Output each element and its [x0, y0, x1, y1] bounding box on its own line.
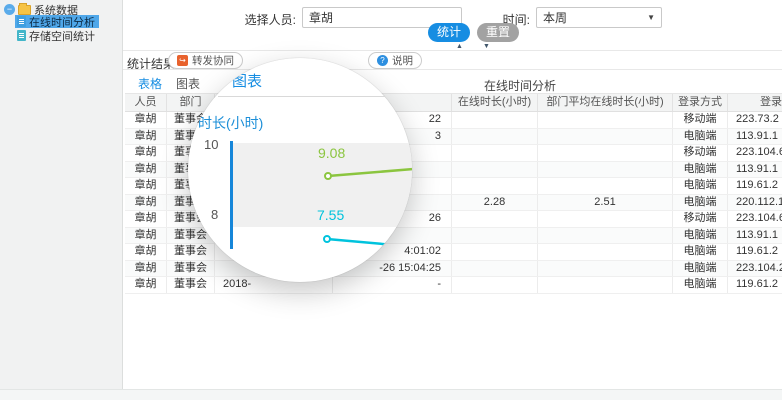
cell-online-hours — [452, 228, 538, 244]
cell-login-method: 电脑端 — [673, 244, 728, 260]
cell-dept-average-hours — [538, 145, 673, 161]
cell-person: 章胡 — [125, 112, 167, 128]
cell-login-method: 移动端 — [673, 112, 728, 128]
document-icon — [17, 16, 26, 27]
column-header[interactable]: 部门平均在线时长(小时) — [538, 94, 673, 111]
cell-login-method: 电脑端 — [673, 277, 728, 293]
cell-login-ip: 220.112.1 — [728, 195, 782, 211]
person-input-value: 章胡 — [309, 9, 333, 26]
column-header[interactable]: 在线时长(小时) — [452, 94, 538, 111]
cell-login-ip: 113.91.1 — [728, 129, 782, 145]
cell-login-ip: 223.104.2 — [728, 261, 782, 277]
time-select[interactable]: 本周 ▼ — [536, 7, 662, 28]
cell-person: 章胡 — [125, 211, 167, 227]
cell-person: 章胡 — [125, 261, 167, 277]
cell-online-hours — [452, 261, 538, 277]
column-header[interactable]: 登录方式 — [673, 94, 728, 111]
cell-login-ip: 223.104.6 — [728, 145, 782, 161]
cell-person: 章胡 — [125, 145, 167, 161]
sidebar-item-label: 存储空间统计 — [29, 28, 95, 44]
cell-dept-average-hours — [538, 178, 673, 194]
cell-login-method: 电脑端 — [673, 261, 728, 277]
column-header[interactable]: 人员 — [125, 94, 167, 111]
cell-login-method: 电脑端 — [673, 178, 728, 194]
cell-login-ip: 113.91.1 — [728, 228, 782, 244]
cell-login-ip: 119.61.2 — [728, 178, 782, 194]
cell-login-method: 电脑端 — [673, 228, 728, 244]
stat-button[interactable]: 统计 — [428, 23, 470, 42]
sidebar-item-storage-statistics[interactable]: 存储空间统计 — [15, 29, 99, 42]
cell-online-hours — [452, 129, 538, 145]
magnifier-circle: 图表 时长(小时) 10 8 9.08 7.55 — [188, 58, 412, 282]
cell-dept-average-hours — [538, 277, 673, 293]
cell-dept-average-hours — [538, 129, 673, 145]
cell-online-hours — [452, 145, 538, 161]
cell-person: 章胡 — [125, 162, 167, 178]
cell-login-ip: 223.104.6 — [728, 211, 782, 227]
cell-login-ip: 119.61.2 — [728, 277, 782, 293]
cell-login-method: 电脑端 — [673, 162, 728, 178]
cell-online-hours — [452, 112, 538, 128]
cell-online-hours — [452, 178, 538, 194]
document-icon — [17, 30, 26, 41]
cell-dept-average-hours — [538, 228, 673, 244]
cell-online-hours — [452, 162, 538, 178]
cell-person: 章胡 — [125, 178, 167, 194]
bottom-status-strip — [0, 389, 782, 400]
sidebar: − 系统数据 在线时间分析 存储空间统计 — [0, 0, 123, 389]
divider — [123, 50, 782, 51]
column-header[interactable]: 登录 — [728, 94, 782, 111]
cell-dept-average-hours — [538, 261, 673, 277]
cell-login-ip: 223.73.2 — [728, 112, 782, 128]
magnified-chart-view: 图表 时长(小时) 10 8 9.08 7.55 — [188, 58, 412, 282]
chevron-down-icon: ▼ — [647, 13, 655, 22]
cell-dept-average-hours: 2.51 — [538, 195, 673, 211]
cell-online-hours: 2.28 — [452, 195, 538, 211]
cell-login-method: 电脑端 — [673, 195, 728, 211]
cell-login-method: 移动端 — [673, 211, 728, 227]
cell-dept-average-hours — [538, 162, 673, 178]
cell-person: 章胡 — [125, 195, 167, 211]
cell-login-ip: 113.91.1 — [728, 162, 782, 178]
cell-login-ip: 119.61.2 — [728, 244, 782, 260]
chart-lines — [188, 58, 412, 282]
select-person-label: 选择人员: — [230, 11, 296, 28]
sidebar-item-online-time-analysis[interactable]: 在线时间分析 — [15, 15, 99, 28]
cell-person: 章胡 — [125, 129, 167, 145]
collapse-minus-icon[interactable]: − — [4, 4, 15, 15]
forward-icon: ↪ — [177, 55, 188, 66]
cell-person: 章胡 — [125, 244, 167, 260]
cell-dept-average-hours — [538, 244, 673, 260]
reset-button[interactable]: 重置 — [477, 23, 519, 42]
cell-online-hours — [452, 244, 538, 260]
cell-person: 章胡 — [125, 277, 167, 293]
app-window: − 系统数据 在线时间分析 存储空间统计 选择人员: 章胡 时间: 本周 ▼ 统… — [0, 0, 782, 400]
cell-dept-average-hours — [538, 211, 673, 227]
cell-online-hours — [452, 211, 538, 227]
cell-dept-average-hours — [538, 112, 673, 128]
cell-login-method: 移动端 — [673, 145, 728, 161]
cell-online-hours — [452, 277, 538, 293]
cell-login-method: 电脑端 — [673, 129, 728, 145]
cell-person: 章胡 — [125, 228, 167, 244]
time-select-value: 本周 — [543, 9, 567, 26]
